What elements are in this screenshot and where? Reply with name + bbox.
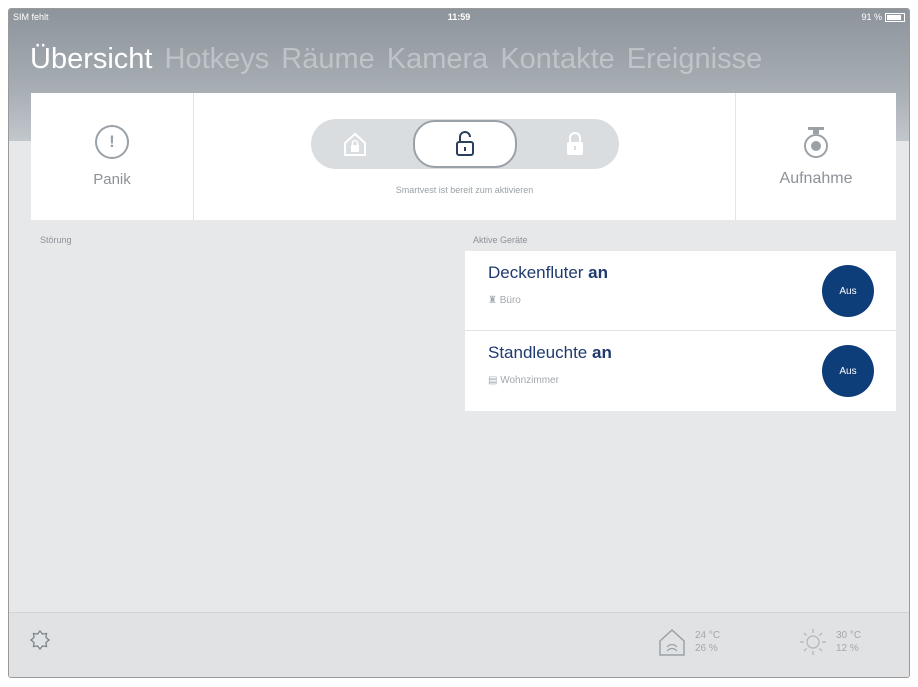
device-room: ♜ Büro bbox=[488, 295, 521, 306]
device-name-line: Standleuchte an bbox=[488, 343, 612, 363]
tab-raeume[interactable]: Räume bbox=[281, 43, 375, 76]
device-name: Standleuchte bbox=[488, 343, 588, 362]
disarmed-mode-option[interactable] bbox=[412, 119, 517, 168]
outdoor-humidity: 12 % bbox=[836, 643, 859, 654]
unlocked-icon bbox=[455, 130, 474, 156]
record-button[interactable]: Aufnahme bbox=[735, 93, 896, 220]
active-devices-list: Deckenfluter an ♜ Büro Aus Standleuchte … bbox=[465, 251, 896, 411]
device-state: an bbox=[591, 343, 612, 362]
indoor-climate: 24 °C 26 % bbox=[657, 627, 720, 657]
device-room: ▤ Wohnzimmer bbox=[488, 375, 559, 386]
camera-icon bbox=[804, 126, 828, 158]
indoor-values: 24 °C 26 % bbox=[695, 629, 720, 655]
indoor-humidity: 26 % bbox=[695, 643, 718, 654]
status-bar: SIM fehlt 11:59 91 % bbox=[9, 9, 909, 27]
room-icon: ♜ bbox=[488, 295, 497, 306]
outdoor-temp: 30 °C bbox=[836, 630, 862, 641]
device-state: an bbox=[588, 263, 609, 282]
battery-status: 91 % bbox=[861, 12, 905, 22]
sun-icon bbox=[800, 629, 826, 655]
record-label: Aufnahme bbox=[779, 169, 853, 187]
outdoor-values: 30 °C 12 % bbox=[836, 629, 861, 655]
app-window: SIM fehlt 11:59 91 % Übersicht Hotkeys R… bbox=[8, 8, 910, 678]
room-name: Büro bbox=[499, 295, 521, 306]
turn-off-button[interactable]: Aus bbox=[822, 345, 874, 397]
armed-mode-option[interactable] bbox=[545, 122, 605, 166]
tab-ereignisse[interactable]: Ereignisse bbox=[627, 43, 762, 76]
tab-bar: Übersicht Hotkeys Räume Kamera Kontakte … bbox=[30, 43, 762, 76]
active-devices-heading: Aktive Geräte bbox=[473, 235, 528, 245]
device-name-line: Deckenfluter an bbox=[488, 263, 608, 283]
list-item: Deckenfluter an ♜ Büro Aus bbox=[465, 251, 896, 331]
battery-percent: 91 % bbox=[861, 12, 882, 22]
alarm-mode-toggle bbox=[310, 118, 619, 169]
list-item: Standleuchte an ▤ Wohnzimmer Aus bbox=[465, 331, 896, 410]
clock-text: 11:59 bbox=[447, 12, 471, 22]
alarm-status-text: Smartvest ist bereit zum aktivieren bbox=[395, 184, 534, 195]
exclamation-icon: ! bbox=[95, 125, 129, 159]
tab-kamera[interactable]: Kamera bbox=[387, 43, 489, 76]
tab-kontakte[interactable]: Kontakte bbox=[500, 43, 614, 76]
room-icon: ▤ bbox=[488, 375, 498, 386]
gear-icon bbox=[29, 629, 51, 651]
tab-hotkeys[interactable]: Hotkeys bbox=[165, 43, 270, 76]
control-panel: ! Panik Smartvest ist bereit zum aktivie… bbox=[31, 93, 896, 220]
house-icon bbox=[659, 628, 685, 656]
turn-off-button[interactable]: Aus bbox=[822, 265, 874, 317]
device-name: Deckenfluter bbox=[488, 263, 584, 282]
settings-button[interactable] bbox=[29, 629, 51, 656]
panic-label: Panik bbox=[93, 171, 131, 188]
room-name: Wohnzimmer bbox=[500, 375, 559, 386]
home-mode-option[interactable] bbox=[325, 122, 385, 166]
home-lock-icon bbox=[343, 132, 366, 156]
bottom-bar: 24 °C 26 % 30 °C 12 % bbox=[9, 612, 909, 677]
alarm-mode-section: Smartvest ist bereit zum aktivieren bbox=[194, 93, 735, 220]
stoerung-heading: Störung bbox=[40, 235, 72, 245]
tab-uebersicht[interactable]: Übersicht bbox=[30, 43, 153, 76]
battery-icon bbox=[885, 12, 905, 22]
panic-button[interactable]: ! Panik bbox=[31, 93, 194, 220]
outdoor-climate: 30 °C 12 % bbox=[798, 627, 861, 657]
locked-icon bbox=[566, 131, 583, 155]
indoor-temp: 24 °C bbox=[695, 630, 721, 641]
